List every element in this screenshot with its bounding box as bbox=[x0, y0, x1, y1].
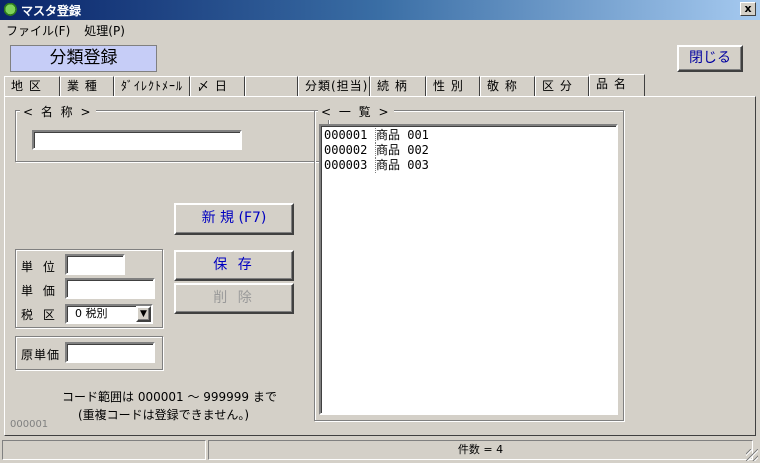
unit-input[interactable] bbox=[65, 254, 125, 275]
item-list[interactable]: 000001 商品 001 000002 商品 002 000003 商品 003 bbox=[319, 124, 618, 415]
app-icon bbox=[4, 3, 18, 17]
name-input[interactable] bbox=[32, 130, 242, 150]
name-group-label: < 名 称 > bbox=[20, 103, 96, 120]
tab-closing-day[interactable]: 〆 日 bbox=[190, 76, 245, 96]
list-item[interactable]: 000001 商品 001 bbox=[324, 128, 613, 143]
save-button[interactable]: 保 存 bbox=[174, 250, 294, 281]
tab-division[interactable]: 区 分 bbox=[535, 76, 589, 96]
list-item[interactable]: 000003 商品 003 bbox=[324, 158, 613, 173]
tax-select-value: 0 税別 bbox=[75, 307, 108, 320]
tab-direct-mail[interactable]: ﾀﾞｲﾚｸﾄﾒｰﾙ bbox=[114, 76, 190, 96]
price-input[interactable] bbox=[65, 278, 155, 299]
duplicate-note: (重複コードは登録できません。) bbox=[78, 408, 250, 422]
code-range-note: コード範囲は 000001 ～ 999999 まで bbox=[62, 390, 277, 404]
title-bar: マスタ登録 x bbox=[0, 0, 760, 20]
tab-product-name[interactable]: 品 名 bbox=[589, 74, 645, 96]
tab-district[interactable]: 地 区 bbox=[4, 76, 60, 96]
tab-blank[interactable] bbox=[245, 76, 298, 96]
list-item[interactable]: 000002 商品 002 bbox=[324, 143, 613, 158]
price-label: 単 価 bbox=[21, 284, 58, 298]
chevron-down-icon[interactable]: ▼ bbox=[136, 306, 151, 322]
tax-label: 税 区 bbox=[21, 308, 58, 322]
tax-select[interactable]: 0 税別 ▼ bbox=[65, 304, 153, 324]
page-title: 分類登録 bbox=[10, 45, 157, 72]
tab-gender[interactable]: 性 別 bbox=[426, 76, 480, 96]
cost-label: 原単価 bbox=[21, 348, 61, 362]
window-title: マスタ登録 bbox=[21, 3, 82, 18]
tab-category-staff[interactable]: 分類(担当) bbox=[298, 76, 370, 96]
status-bar: 件数 = 4 bbox=[0, 438, 760, 463]
menu-bar: ファイル(F) 処理(P) bbox=[0, 20, 760, 40]
status-cell-1 bbox=[2, 440, 206, 460]
current-code: 000001 bbox=[10, 419, 49, 430]
list-group-label: < 一 覧 > bbox=[318, 103, 394, 120]
menu-file[interactable]: ファイル(F) bbox=[6, 22, 70, 39]
cost-input[interactable] bbox=[65, 342, 155, 363]
tab-relation[interactable]: 続 柄 bbox=[370, 76, 426, 96]
tab-honorific[interactable]: 敬 称 bbox=[480, 76, 535, 96]
resize-grip-icon[interactable] bbox=[746, 449, 758, 461]
menu-process[interactable]: 処理(P) bbox=[84, 22, 125, 39]
close-button[interactable]: 閉じる bbox=[677, 45, 743, 72]
new-button[interactable]: 新 規 (F7) bbox=[174, 203, 294, 235]
delete-button[interactable]: 削 除 bbox=[174, 283, 294, 314]
unit-label: 単 位 bbox=[21, 260, 58, 274]
status-count: 件数 = 4 bbox=[208, 440, 753, 460]
close-window-button[interactable]: x bbox=[740, 2, 756, 16]
tab-strip: 地 区 業 種 ﾀﾞｲﾚｸﾄﾒｰﾙ 〆 日 分類(担当) 続 柄 性 別 敬 称… bbox=[4, 74, 645, 96]
tab-industry[interactable]: 業 種 bbox=[60, 76, 114, 96]
